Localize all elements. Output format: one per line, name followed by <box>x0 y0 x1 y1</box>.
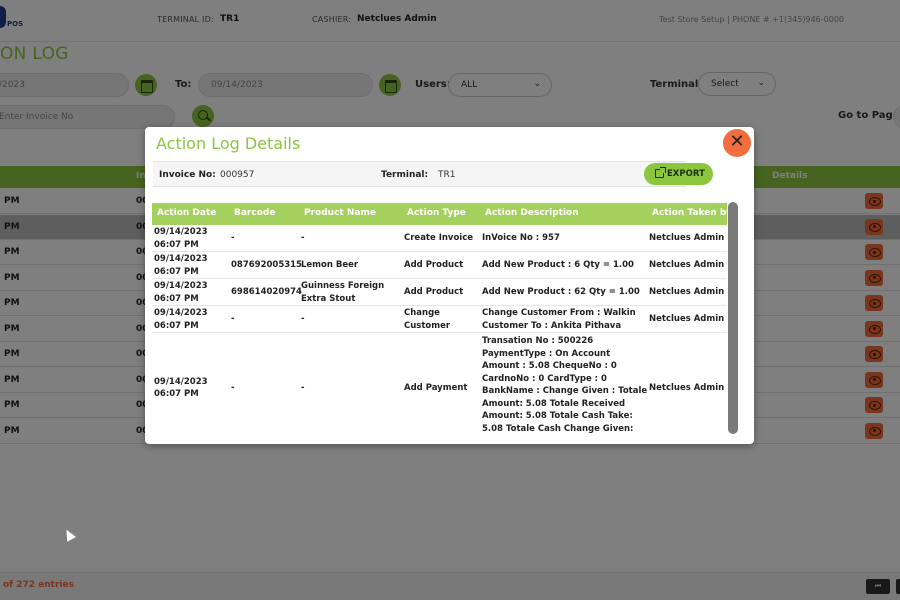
col-product-name: Product Name <box>304 208 376 218</box>
cell-action-description: Add New Product : 62 Qty = 1.00 <box>482 287 640 298</box>
terminal-label: Terminal: <box>381 170 429 180</box>
table-row: 09/14/2023 06:07 PM 698614020974 Guinness … <box>152 279 727 306</box>
table-row: 09/14/2023 06:07 PM 087692005315 Lemon Bee… <box>152 252 727 279</box>
cell-action-taken-by: Netclues Admin <box>649 382 725 393</box>
action-log-modal: Action Log Details ✕ Invoice No: 000957 … <box>145 127 754 444</box>
modal-title: Action Log Details <box>156 134 301 153</box>
cell-action-description: Add New Product : 6 Qty = 1.00 <box>482 260 634 271</box>
cell-action-taken-by: Netclues Admin <box>649 287 725 298</box>
modal-scrollbar[interactable] <box>728 202 738 434</box>
cell-action-date: 09/14/2023 06:07 PM <box>154 281 208 304</box>
col-action-taken-by: Action Taken by <box>652 208 727 218</box>
action-log-table: Action Date Barcode Product Name Action … <box>152 203 727 433</box>
cell-action-description: InVoice No : 957 <box>482 233 560 244</box>
cell-action-taken-by: Netclues Admin <box>649 314 725 325</box>
invoice-no-value: 000957 <box>220 170 255 180</box>
cell-action-date: 09/14/2023 06:07 PM <box>154 254 208 277</box>
cell-product-name: - <box>301 233 305 244</box>
col-barcode: Barcode <box>234 208 276 218</box>
action-log-header: Action Date Barcode Product Name Action … <box>152 203 727 225</box>
export-button[interactable]: EXPORT <box>644 163 713 185</box>
export-label: EXPORT <box>667 169 705 179</box>
cell-action-type: Change Customer <box>404 308 451 331</box>
cell-product-name: Lemon Beer <box>301 260 359 271</box>
cell-action-type: Add Product <box>404 260 464 271</box>
cell-action-date: 09/14/2023 06:07 PM <box>154 376 208 400</box>
col-action-date: Action Date <box>157 208 217 218</box>
cell-barcode: - <box>231 233 235 244</box>
cell-action-description: Change Customer From : Walkin Customer T… <box>482 308 636 331</box>
invoice-no-label: Invoice No: <box>159 170 216 180</box>
cell-barcode: 698614020974 <box>231 287 302 298</box>
cell-barcode: 087692005315 <box>231 260 302 271</box>
cell-product-name: Guinness Foreign Extra Stout <box>301 281 385 304</box>
terminal-value: TR1 <box>438 170 456 180</box>
col-action-type: Action Type <box>407 208 466 218</box>
cell-product-name: - <box>301 314 305 325</box>
cell-action-description: Transation No : 500226 PaymentType : On … <box>482 336 648 433</box>
cell-action-date: 09/14/2023 06:07 PM <box>154 308 208 331</box>
cell-barcode: - <box>231 382 235 393</box>
scrollbar-thumb[interactable] <box>728 202 738 434</box>
cell-action-taken-by: Netclues Admin <box>649 260 725 271</box>
table-row: 09/14/2023 06:07 PM - - Add Payment Transati… <box>152 333 727 433</box>
cell-barcode: - <box>231 314 235 325</box>
cell-action-date: 09/14/2023 06:07 PM <box>154 227 208 250</box>
cell-action-type: Add Product <box>404 287 464 298</box>
close-icon[interactable]: ✕ <box>723 129 751 157</box>
cell-action-type: Add Payment <box>404 382 468 393</box>
cell-product-name: - <box>301 382 305 393</box>
col-action-description: Action Description <box>485 208 579 218</box>
table-row: 09/14/2023 06:07 PM - - Change Customer Chan… <box>152 306 727 333</box>
cell-action-taken-by: Netclues Admin <box>649 233 725 244</box>
table-row: 09/14/2023 06:07 PM - - Create Invoice InVoi… <box>152 225 727 252</box>
external-link-icon <box>655 167 666 178</box>
invoice-info-strip: Invoice No: 000957 Terminal: TR1 <box>153 161 686 187</box>
cell-action-type: Create Invoice <box>404 233 474 244</box>
